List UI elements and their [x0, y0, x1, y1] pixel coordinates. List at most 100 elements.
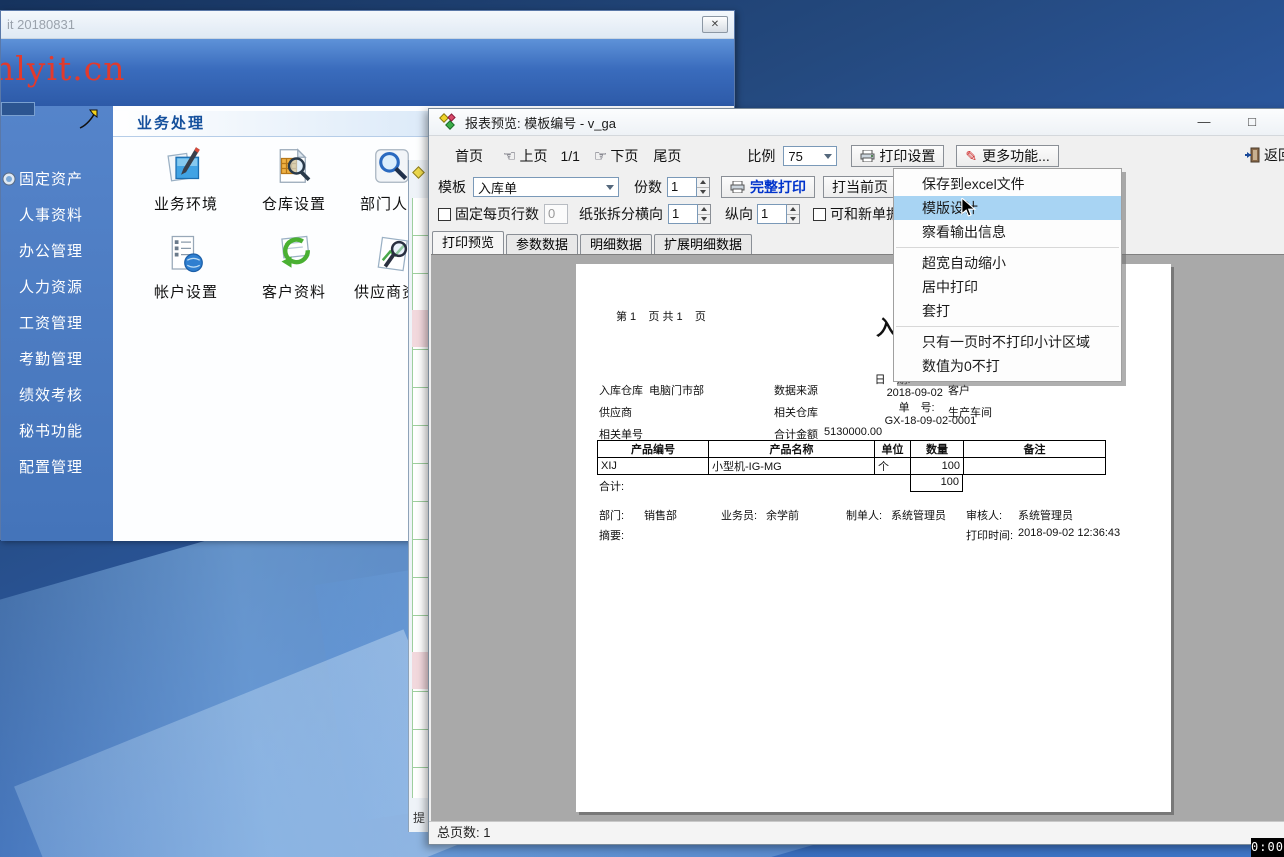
print-current-page-button[interactable]: 打当前页: [823, 176, 897, 198]
split-vertical-input[interactable]: 1: [757, 204, 787, 224]
supplier-label: 供应商: [599, 404, 632, 420]
total-pages-text: 总页数: 1: [437, 825, 490, 840]
split-vertical-label: 纵向: [725, 204, 753, 224]
options-toolbar: 固定每页行数 0 纸张拆分横向 1 纵向 1 可和新单据合打: [429, 201, 1284, 227]
main-window-titlebar: it 20180831 ✕: [1, 11, 734, 39]
warehouse-label: 入库仓库: [599, 382, 643, 398]
merge-checkbox[interactable]: [813, 208, 826, 221]
warehouse-value: 电脑门市部: [649, 382, 704, 398]
cell-unit: 个: [875, 458, 911, 475]
hidden-window-text: 提: [413, 809, 425, 826]
menu-item-center-print[interactable]: 居中打印: [894, 275, 1121, 299]
copies-label: 份数: [634, 177, 662, 197]
first-page-button[interactable]: 首页: [455, 146, 483, 166]
full-print-button[interactable]: 完整打印: [721, 176, 815, 198]
app-customer-files[interactable]: 客户资料: [241, 234, 347, 302]
return-button[interactable]: 返回: [1245, 145, 1284, 165]
sidebar-item-hr-files[interactable]: 人事资料: [1, 198, 113, 234]
sidebar-item-label: 办公管理: [19, 243, 83, 260]
col-remark: 备注: [964, 441, 1106, 458]
minimize-button[interactable]: —: [1189, 111, 1219, 133]
preview-window-title: 报表预览: 模板编号 - v_ga: [465, 113, 616, 132]
printer-icon: [860, 150, 875, 162]
print-settings-label: 打印设置: [879, 146, 935, 166]
split-horizontal-label: 纸张拆分横向: [579, 204, 663, 224]
copies-stepper[interactable]: [697, 177, 710, 197]
background-window-sliver: 提: [408, 160, 428, 832]
sidebar-item-performance[interactable]: 绩效考核: [1, 378, 113, 414]
more-functions-label: 更多功能...: [982, 146, 1050, 166]
preview-titlebar: 报表预览: 模板编号 - v_ga — □: [429, 109, 1284, 136]
tab-detail-data[interactable]: 明细数据: [580, 234, 652, 254]
workshop-label: 生产车间: [948, 404, 992, 420]
col-quantity: 数量: [911, 441, 964, 458]
sidebar-item-fixed-assets[interactable]: 固定资产: [1, 162, 113, 198]
template-value: 入库单: [478, 178, 517, 197]
doc-no-label: 单 号:: [899, 402, 935, 414]
app-label: 业务环境: [133, 193, 239, 214]
brand-text: nlyit.cn: [1, 49, 126, 88]
app-label: 仓库设置: [241, 193, 347, 214]
app-business-env[interactable]: 业务环境: [133, 146, 239, 214]
template-select[interactable]: 入库单: [473, 177, 619, 197]
preview-statusbar: 总页数: 1: [429, 821, 1284, 844]
col-product-code: 产品编号: [598, 441, 709, 458]
menu-item-save-excel[interactable]: 保存到excel文件: [894, 172, 1121, 196]
maximize-button[interactable]: □: [1237, 111, 1267, 133]
app-banner: nlyit.cn: [1, 39, 734, 106]
report-preview-window: 报表预览: 模板编号 - v_ga — □ 首页 ☜ 上页 1/1 ☞ 下页 尾…: [428, 108, 1284, 845]
tab-parameter-data[interactable]: 参数数据: [506, 234, 578, 254]
sidebar-item-label: 人力资源: [19, 279, 83, 296]
copies-input[interactable]: 1: [667, 177, 697, 197]
app-warehouse-settings[interactable]: 仓库设置: [241, 146, 347, 214]
menu-separator: [896, 326, 1119, 327]
sidebar-tab-notch: [1, 102, 35, 116]
sidebar-item-salary-mgmt[interactable]: 工资管理: [1, 306, 113, 342]
next-page-button[interactable]: 下页: [610, 146, 638, 166]
app-label: 帐户设置: [133, 281, 239, 302]
dept-value: 销售部: [644, 507, 677, 523]
sidebar-item-office-mgmt[interactable]: 办公管理: [1, 234, 113, 270]
menu-item-zero-no-print[interactable]: 数值为0不打: [894, 354, 1121, 378]
fixed-rows-checkbox[interactable]: [438, 208, 451, 221]
prev-page-button[interactable]: 上页: [519, 146, 547, 166]
split-vertical-stepper[interactable]: [787, 204, 800, 224]
date-value: 2018-09-02: [887, 387, 943, 399]
hidden-grid-cell: [412, 652, 428, 689]
menu-item-overlay-print[interactable]: 套打: [894, 299, 1121, 323]
sidebar-item-human-resources[interactable]: 人力资源: [1, 270, 113, 306]
app-label: 客户资料: [241, 281, 347, 302]
app-account-settings[interactable]: 帐户设置: [133, 234, 239, 302]
hidden-window-icon: [412, 166, 425, 179]
account-settings-icon: [165, 234, 207, 274]
summary-label: 摘要:: [599, 527, 624, 543]
auditor-value: 系统管理员: [1018, 507, 1073, 523]
menu-item-view-output[interactable]: 察看输出信息: [894, 220, 1121, 244]
tab-print-preview[interactable]: 打印预览: [432, 231, 504, 254]
menu-item-template-design[interactable]: 模版设计: [894, 196, 1121, 220]
sidebar-item-config-mgmt[interactable]: 配置管理: [1, 450, 113, 486]
recording-timer: 0:00: [1251, 838, 1284, 857]
split-horizontal-stepper[interactable]: [698, 204, 711, 224]
preview-area: 第 1 页 共 1 页 入库单 日 期: 2018-09-02 单 号: GX-…: [431, 254, 1284, 821]
sidebar-item-label: 绩效考核: [19, 387, 83, 404]
last-page-button[interactable]: 尾页: [653, 146, 681, 166]
tab-extended-detail-data[interactable]: 扩展明细数据: [654, 234, 752, 254]
sidebar-item-secretary[interactable]: 秘书功能: [1, 414, 113, 450]
report-table: 产品编号 产品名称 单位 数量 备注 XIJ 小型机-IG-MG 个 100: [597, 440, 1106, 475]
full-print-label: 完整打印: [750, 177, 806, 197]
hidden-grid: [412, 198, 428, 798]
sidebar-item-attendance-mgmt[interactable]: 考勤管理: [1, 342, 113, 378]
menu-item-auto-shrink[interactable]: 超宽自动缩小: [894, 251, 1121, 275]
scale-select[interactable]: 75: [783, 146, 837, 166]
print-time-value: 2018-09-02 12:36:43: [1018, 527, 1120, 539]
more-functions-button[interactable]: ✎ 更多功能...: [956, 145, 1058, 167]
menu-item-single-page-no-subtotal[interactable]: 只有一页时不打印小计区域: [894, 330, 1121, 354]
split-horizontal-input[interactable]: 1: [668, 204, 698, 224]
close-button[interactable]: ✕: [702, 16, 728, 33]
hidden-grid-cell: [412, 310, 428, 347]
menu-separator: [896, 247, 1119, 248]
print-settings-button[interactable]: 打印设置: [851, 145, 944, 167]
fixed-rows-input[interactable]: 0: [544, 204, 568, 224]
printer-icon: [730, 181, 745, 193]
